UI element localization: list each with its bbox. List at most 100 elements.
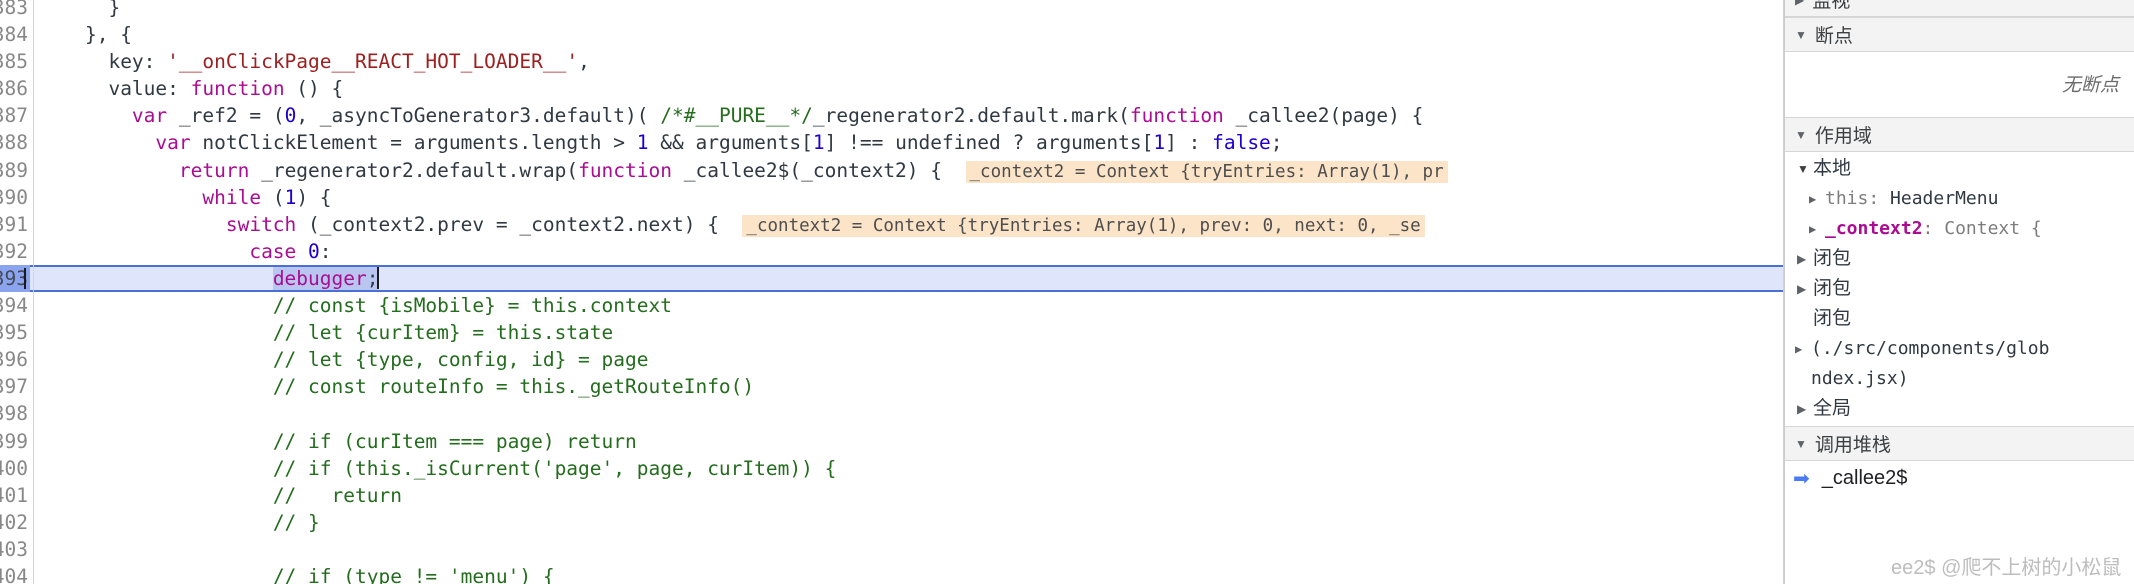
gutter-divider: [33, 48, 34, 76]
code-token-cmt: // let {curItem} = this.state: [272, 321, 614, 345]
callstack-body[interactable]: ➡ _callee2$: [1785, 461, 2134, 496]
code-line[interactable]: 400 // if (this._isCurrent('page', page,…: [0, 454, 1783, 482]
scope-var-this-value: HeaderMenu: [1890, 188, 1999, 209]
chevron-down-icon[interactable]: ▼: [1795, 438, 1807, 450]
chevron-right-icon[interactable]: ▶: [1809, 184, 1825, 214]
code-line[interactable]: 392 case 0:: [0, 237, 1783, 265]
scope-group-closure-3[interactable]: ▶ 闭包: [1795, 304, 2125, 334]
line-number[interactable]: 395: [0, 319, 30, 346]
code-line[interactable]: 399 // if (curItem === page) return: [0, 427, 1783, 455]
code-line[interactable]: 387 var _ref2 = (0, _asyncToGenerator3.d…: [0, 102, 1783, 130]
line-number[interactable]: 384: [0, 21, 30, 48]
code-line[interactable]: 391 switch (_context2.prev = _context2.n…: [0, 210, 1783, 238]
code-line[interactable]: 397 // const routeInfo = this._getRouteI…: [0, 373, 1783, 401]
code-token-pln: _regenerator2.default.mark(: [812, 104, 1130, 128]
chevron-down-icon[interactable]: ▼: [1795, 129, 1807, 141]
gutter-divider: [33, 183, 34, 211]
line-number[interactable]: 389: [0, 157, 30, 184]
code-line[interactable]: 386 value: function () {: [0, 75, 1783, 103]
line-number[interactable]: 392: [0, 238, 30, 265]
sidebar-section-breakpoints[interactable]: ▼ 断点: [1785, 17, 2134, 52]
chevron-down-icon[interactable]: ▼: [1797, 154, 1813, 184]
sidebar-section-callstack[interactable]: ▼ 调用堆栈: [1785, 426, 2134, 461]
chevron-right-icon[interactable]: ▶: [1797, 244, 1813, 274]
line-number[interactable]: 399: [0, 428, 30, 455]
line-number[interactable]: 387: [0, 102, 30, 129]
scope-group-closure-2[interactable]: ▶ 闭包: [1795, 274, 2125, 304]
line-number[interactable]: 386: [0, 75, 30, 102]
code-line[interactable]: 403: [0, 535, 1783, 563]
line-number[interactable]: 400: [0, 455, 30, 482]
code-line[interactable]: 388 var notClickElement = arguments.leng…: [0, 129, 1783, 157]
code-line[interactable]: 385 key: '__onClickPage__REACT_HOT_LOADE…: [0, 48, 1783, 76]
scope-var-this[interactable]: ▶ this : HeaderMenu: [1795, 184, 2125, 214]
callstack-frame-callee2[interactable]: ➡ _callee2$: [1785, 461, 2134, 496]
line-number[interactable]: 396: [0, 346, 30, 373]
code-line[interactable]: 401 // return: [0, 481, 1783, 509]
code-token-pln: ,: [578, 50, 590, 74]
scope-group-global[interactable]: ▶ 全局: [1795, 394, 2125, 424]
code-text: while (1) {: [38, 184, 331, 211]
line-number[interactable]: 385: [0, 48, 30, 75]
line-number[interactable]: 404: [0, 563, 30, 584]
sidebar-section-watch[interactable]: ▶ 监视: [1785, 0, 2134, 17]
scope-group-closure-1[interactable]: ▶ 闭包: [1795, 244, 2125, 274]
line-number[interactable]: 391: [0, 211, 30, 238]
chevron-right-icon[interactable]: ▶: [1797, 274, 1813, 304]
debugger-sidebar[interactable]: ▶ 监视 ▼ 断点 无断点 ▼ 作用域 ▼ 本地 ▶ this :: [1784, 0, 2134, 584]
line-number[interactable]: 383: [0, 0, 30, 21]
line-number[interactable]: 402: [0, 509, 30, 536]
scope-var-context2[interactable]: ▶ _context2 : Context {: [1795, 214, 2125, 244]
code-line[interactable]: 384 }, {: [0, 21, 1783, 49]
sidebar-section-scope-label: 作用域: [1814, 126, 1872, 147]
gutter-divider: [33, 562, 34, 584]
scope-group-local[interactable]: ▼ 本地: [1795, 154, 2125, 184]
code-text: var notClickElement = arguments.length >…: [38, 129, 1282, 156]
line-number[interactable]: 397: [0, 373, 30, 400]
no-breakpoints-text: 无断点: [2061, 75, 2119, 96]
code-line[interactable]: 398: [0, 400, 1783, 428]
code-line[interactable]: 390 while (1) {: [0, 183, 1783, 211]
code-line-list[interactable]: 383 }384 }, {385 key: '__onClickPage__RE…: [0, 0, 1783, 584]
scope-tree[interactable]: ▼ 本地 ▶ this : HeaderMenu ▶ _context2 : C…: [1785, 152, 2134, 426]
code-line[interactable]: 402 // }: [0, 508, 1783, 536]
code-text: // let {curItem} = this.state: [38, 319, 613, 346]
chevron-right-icon[interactable]: ▶: [1797, 394, 1813, 424]
code-line[interactable]: 394 // const {isMobile} = this.context: [0, 292, 1783, 320]
code-line[interactable]: 395 // let {curItem} = this.state: [0, 319, 1783, 347]
line-number[interactable]: 401: [0, 482, 30, 509]
code-line[interactable]: 389 return _regenerator2.default.wrap(fu…: [0, 156, 1783, 184]
code-line[interactable]: 396 // let {type, config, id} = page: [0, 346, 1783, 374]
sidebar-section-scope[interactable]: ▼ 作用域: [1785, 117, 2134, 152]
code-text: }, {: [38, 21, 132, 48]
scope-group-closure-1-label: 闭包: [1813, 248, 1852, 269]
code-token-pln: ] !== undefined ? arguments[: [824, 131, 1154, 155]
gutter-divider: [33, 427, 34, 455]
line-number[interactable]: 398: [0, 400, 30, 427]
chevron-right-icon[interactable]: ▶: [1809, 214, 1825, 244]
gutter-divider: [33, 535, 34, 563]
chevron-right-icon[interactable]: ▶: [1795, 334, 1811, 364]
scope-group-closure-2-label: 闭包: [1813, 278, 1852, 299]
line-number[interactable]: 394: [0, 292, 30, 319]
code-token-num: 1: [284, 185, 297, 209]
current-frame-arrow-icon: ➡: [1793, 467, 1810, 490]
watermark-text: @爬不上树的小松鼠: [1941, 557, 2122, 579]
inline-evaluated-value[interactable]: _context2 = Context {tryEntries: Array(1…: [742, 214, 1425, 237]
code-editor[interactable]: 383 }384 }, {385 key: '__onClickPage__RE…: [0, 0, 1784, 584]
chevron-right-icon[interactable]: ▶: [1795, 0, 1804, 6]
line-number[interactable]: 390: [0, 184, 30, 211]
line-number[interactable]: 388: [0, 129, 30, 156]
chevron-down-icon[interactable]: ▼: [1795, 29, 1807, 41]
code-token-pln: _callee2(page) {: [1223, 104, 1424, 128]
gutter-divider: [33, 319, 34, 347]
code-line-selected[interactable]: 393 debugger;: [0, 264, 1783, 293]
code-line[interactable]: 383 }: [0, 0, 1783, 22]
scope-closure-module-path[interactable]: ▶ (./src/components/glob ndex.jsx): [1795, 334, 2125, 394]
code-line[interactable]: 404 // if (type != 'menu') {: [0, 562, 1783, 584]
line-number[interactable]: 403: [0, 536, 30, 563]
inline-evaluated-value[interactable]: _context2 = Context {tryEntries: Array(1…: [965, 160, 1448, 183]
